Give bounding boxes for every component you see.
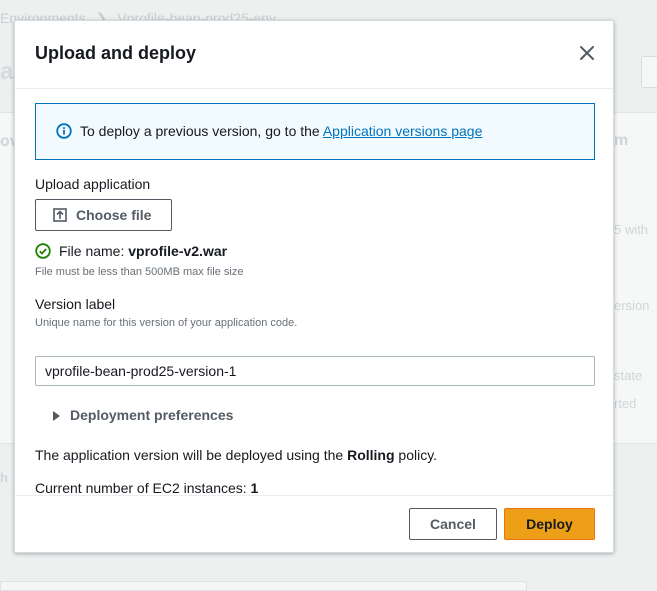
choose-file-label: Choose file <box>76 207 152 223</box>
upload-deploy-modal: Upload and deploy To deploy a previous v… <box>14 20 614 553</box>
background-text: ersion <box>614 298 650 313</box>
background-button <box>641 56 657 88</box>
info-text: To deploy a previous version, go to the <box>80 123 323 139</box>
modal-footer: Cancel Deploy <box>15 495 613 552</box>
page-title: a <box>0 58 14 85</box>
deploy-button[interactable]: Deploy <box>504 508 595 540</box>
background-text: 5 with <box>614 222 648 237</box>
version-description: Unique name for this version of your app… <box>35 317 298 329</box>
info-icon <box>56 123 72 139</box>
policy-text: The application version will be deployed… <box>35 447 437 463</box>
info-alert: To deploy a previous version, go to the … <box>35 103 595 160</box>
cancel-button[interactable]: Cancel <box>409 508 497 540</box>
upload-application-label: Upload application <box>35 176 151 192</box>
caret-right-icon <box>53 411 60 421</box>
instance-count-value: 1 <box>250 480 259 496</box>
instance-count-label: Current number of EC2 instances: <box>35 480 251 496</box>
close-icon <box>580 46 594 60</box>
file-name-text: File name: vprofile-v2.war <box>59 243 227 259</box>
instance-count-text: Current number of EC2 instances: 1 <box>35 480 258 496</box>
application-versions-link[interactable]: Application versions page <box>323 123 483 139</box>
modal-title: Upload and deploy <box>35 43 197 63</box>
version-label: Version label <box>35 296 116 312</box>
policy-name: Rolling <box>347 447 395 463</box>
choose-file-button[interactable]: Choose file <box>35 199 172 231</box>
close-button[interactable] <box>575 41 599 65</box>
policy-prefix: The application version will be deployed… <box>35 447 348 463</box>
file-name-label: File name: <box>59 243 129 259</box>
file-name-value: vprofile-v2.war <box>128 243 228 259</box>
background-text: h <box>0 470 8 485</box>
background-text: state <box>614 368 643 383</box>
file-size-constraint: File must be less than 500MB max file si… <box>35 266 244 278</box>
check-circle-icon <box>35 243 51 259</box>
deployment-preferences-label: Deployment preferences <box>70 407 234 423</box>
background-text: rted <box>614 396 637 411</box>
modal-header: Upload and deploy <box>15 21 613 89</box>
upload-icon <box>53 208 67 222</box>
background-bar <box>0 581 527 591</box>
version-label-input[interactable] <box>35 356 595 386</box>
background-text: m <box>614 132 629 149</box>
policy-suffix: policy. <box>394 447 438 463</box>
info-alert-text: To deploy a previous version, go to the … <box>80 123 482 139</box>
